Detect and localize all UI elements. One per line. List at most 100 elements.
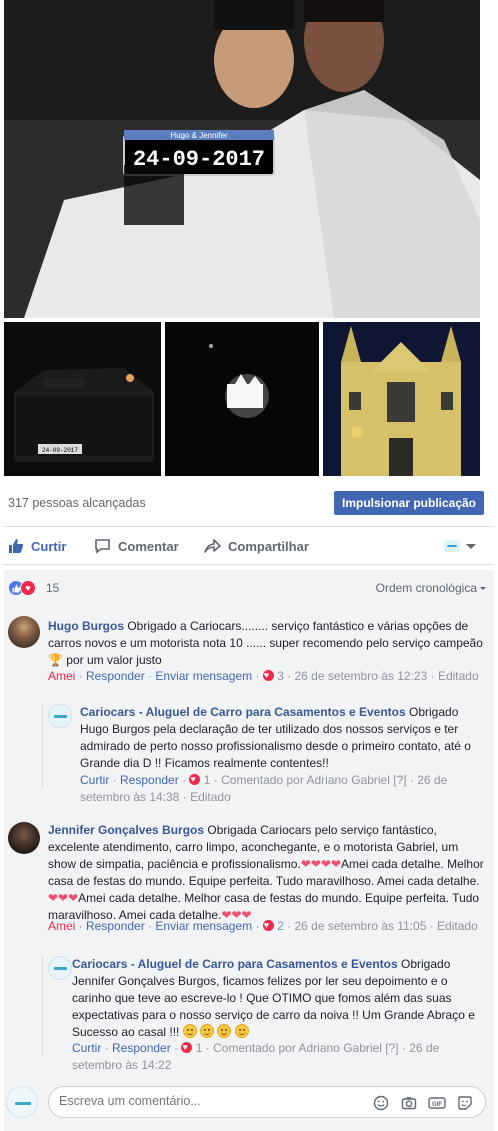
heart-icon	[189, 771, 201, 788]
comment-composer: GIF	[4, 1084, 494, 1124]
thumbnail-car[interactable]: 24-09-2017	[4, 322, 161, 476]
love-reaction-icon: ♥	[20, 580, 36, 596]
hearts-emoji: ❤❤❤	[48, 891, 79, 905]
reply-link[interactable]: Responder	[86, 669, 145, 683]
react-love-link[interactable]: Amei	[48, 919, 75, 933]
reaction-icons[interactable]: ♥	[8, 580, 36, 596]
chevron-down-icon	[466, 543, 476, 549]
reply-reaction-count[interactable]: 1	[204, 773, 211, 787]
commented-by: Comentado por Adriano Gabriel	[221, 773, 390, 787]
smiley-icon	[234, 1024, 249, 1038]
emoji-icon[interactable]	[371, 1093, 391, 1113]
edited-label[interactable]: Editado	[190, 790, 231, 804]
smiley-icon	[182, 1024, 197, 1038]
reply-item: Cariocars - Aluguel de Carro para Casame…	[48, 704, 488, 804]
help-link[interactable]: [?]	[385, 1041, 398, 1055]
comment-date[interactable]: 26 de setembro às 11:05	[295, 919, 427, 933]
share-arrow-icon	[204, 539, 221, 553]
reply-thread-line	[42, 956, 43, 1056]
comment-author[interactable]: Jennifer Gonçalves Burgos	[48, 823, 204, 837]
post-as-page-selector[interactable]	[444, 540, 476, 552]
like-label: Curtir	[31, 538, 67, 554]
send-message-link[interactable]: Enviar mensagem	[155, 669, 252, 683]
caret-down-icon	[480, 586, 486, 590]
send-message-link[interactable]: Enviar mensagem	[155, 919, 252, 933]
composer-icons: GIF	[371, 1093, 475, 1113]
smiley-icon	[200, 1024, 215, 1038]
share-button[interactable]: Compartilhar	[204, 538, 309, 554]
comment-reaction-count[interactable]: 2	[277, 919, 284, 933]
comment-meta: Amei · Responder · Enviar mensagem · 3 ·…	[48, 667, 488, 685]
thumbnail-church-night[interactable]	[165, 322, 319, 476]
car-plate-text: 24-09-2017	[42, 447, 78, 454]
reply-item: Cariocars - Aluguel de Carro para Casame…	[48, 956, 488, 1076]
my-page-avatar[interactable]	[6, 1086, 38, 1118]
comment-body: Hugo Burgos Obrigado a Cariocars........…	[48, 618, 488, 669]
page-avatar[interactable]	[48, 704, 72, 728]
comment-order-selector[interactable]: Ordem cronológica	[376, 581, 486, 595]
boost-post-button[interactable]: Impulsionar publicação	[334, 491, 484, 515]
comment-input-box[interactable]: GIF	[48, 1086, 486, 1118]
smiley-icon	[217, 1024, 232, 1038]
edited-label[interactable]: Editado	[437, 919, 478, 933]
plate-names: Hugo & Jennifer	[170, 131, 228, 140]
reply-link[interactable]: Responder	[86, 919, 145, 933]
comments-area: ♥ 15 Ordem cronológica Hugo Burgos Obrig…	[4, 570, 494, 1131]
react-love-link[interactable]: Amei	[48, 669, 75, 683]
camera-icon[interactable]	[399, 1093, 419, 1113]
reply-reply-link[interactable]: Responder	[112, 1041, 171, 1055]
reply-reaction-count[interactable]: 1	[196, 1041, 203, 1055]
gif-icon[interactable]: GIF	[427, 1093, 447, 1113]
reply-meta: Curtir · Responder · 1 · Comentado por A…	[72, 1039, 482, 1074]
comment-item: Jennifer Gonçalves Burgos Obrigada Cario…	[8, 822, 490, 950]
car-illustration: 24-09-2017	[4, 322, 161, 476]
page-avatar[interactable]	[48, 956, 72, 980]
speech-bubble-icon	[95, 539, 110, 554]
reply-body: Cariocars - Aluguel de Carro para Casame…	[72, 956, 484, 1041]
post-actions: Curtir Comentar Compartilhar	[0, 532, 498, 562]
sticker-icon[interactable]	[455, 1093, 475, 1113]
heart-icon	[262, 917, 274, 934]
comment-button[interactable]: Comentar	[94, 538, 179, 554]
church-night-illustration	[165, 322, 319, 476]
comment-meta: Amei · Responder · Enviar mensagem · 2 ·…	[48, 917, 488, 935]
heart-icon	[181, 1039, 193, 1056]
reach-text: 317 pessoas alcançadas	[8, 496, 146, 510]
page-logo-icon	[444, 540, 460, 552]
reactions-summary: ♥ 15 Ordem cronológica	[4, 570, 494, 604]
reaction-count[interactable]: 15	[46, 581, 59, 595]
comment-label: Comentar	[118, 538, 179, 554]
reply-meta: Curtir · Responder · 1 · Comentado por A…	[80, 771, 490, 806]
divider	[4, 564, 494, 565]
wedding-couple-illustration: Hugo & Jennifer 24-09-2017	[4, 0, 480, 318]
reply-like-link[interactable]: Curtir	[72, 1041, 101, 1055]
comment-input[interactable]	[59, 1094, 359, 1108]
thumbnail-church-facade[interactable]	[323, 322, 480, 476]
comment-body: Jennifer Gonçalves Burgos Obrigada Cario…	[48, 822, 488, 924]
comment-author[interactable]: Hugo Burgos	[48, 619, 124, 633]
reply-reply-link[interactable]: Responder	[120, 773, 179, 787]
edited-label[interactable]: Editado	[438, 669, 479, 683]
reply-author[interactable]: Cariocars - Aluguel de Carro para Casame…	[72, 957, 398, 971]
like-button[interactable]: Curtir	[8, 538, 66, 554]
comment-date[interactable]: 26 de setembro às 12:23	[295, 669, 428, 683]
main-wedding-photo[interactable]: Hugo & Jennifer 24-09-2017	[4, 0, 480, 318]
gif-label: GIF	[432, 1102, 442, 1108]
order-label: Ordem cronológica	[375, 581, 477, 595]
reply-author[interactable]: Cariocars - Aluguel de Carro para Casame…	[80, 705, 406, 719]
hearts-emoji: ❤❤❤❤	[300, 857, 342, 871]
avatar[interactable]	[8, 822, 40, 854]
comment-reaction-count[interactable]: 3	[277, 669, 284, 683]
help-link[interactable]: [?]	[393, 773, 406, 787]
thumbs-up-icon	[9, 539, 24, 553]
reply-body: Cariocars - Aluguel de Carro para Casame…	[80, 704, 488, 772]
share-label: Compartilhar	[228, 538, 309, 554]
reply-thread-line	[42, 704, 43, 788]
church-facade-illustration	[323, 322, 480, 476]
divider	[4, 526, 494, 527]
reply-like-link[interactable]: Curtir	[80, 773, 109, 787]
reach-row: 317 pessoas alcançadas Impulsionar publi…	[0, 487, 498, 519]
heart-icon	[262, 667, 274, 684]
commented-by: Comentado por Adriano Gabriel	[213, 1041, 382, 1055]
avatar[interactable]	[8, 616, 40, 648]
